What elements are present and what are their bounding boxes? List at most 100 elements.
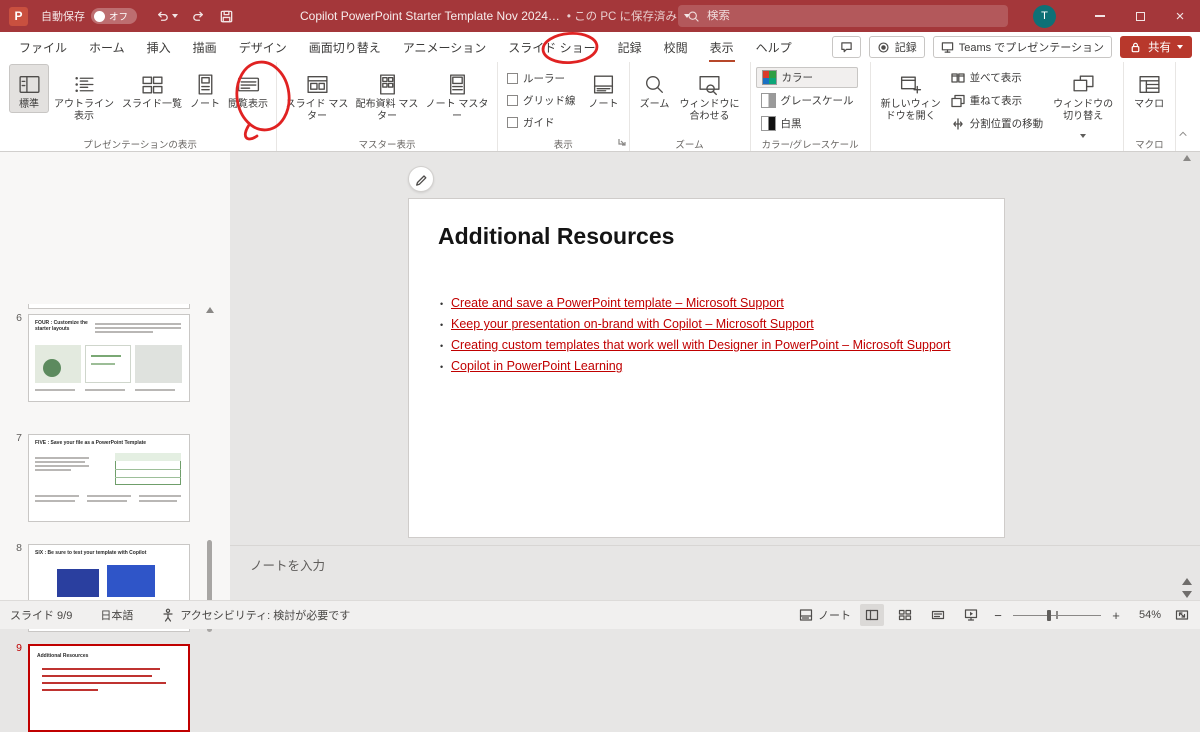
slide-number-indicator[interactable]: スライド 9/9 xyxy=(10,607,72,623)
guides-checkbox[interactable]: ガイド xyxy=(507,115,576,130)
outline-view-button[interactable]: アウトライン表示 xyxy=(49,64,119,125)
fit-slide-to-window-button[interactable] xyxy=(1170,604,1194,626)
gridlines-checkbox[interactable]: グリッド線 xyxy=(507,93,576,108)
zoom-slider[interactable] xyxy=(1013,604,1101,626)
powerpoint-logo-icon[interactable]: P xyxy=(9,6,28,26)
search-input[interactable] xyxy=(707,10,999,22)
slide-sorter-button[interactable]: スライド一覧 xyxy=(119,64,185,113)
notes-master-button[interactable]: ノート マスター xyxy=(422,64,492,125)
notes-toggle[interactable]: ノート xyxy=(799,607,851,623)
reading-view-status-button[interactable] xyxy=(926,604,950,626)
color-button[interactable]: カラー xyxy=(755,67,859,88)
checkbox-icon[interactable] xyxy=(507,73,518,84)
tab-insert[interactable]: 挿入 xyxy=(136,32,182,62)
notes-placeholder[interactable]: ノートを入力 xyxy=(250,555,325,574)
normal-view-button[interactable]: 標準 xyxy=(9,64,49,113)
tab-animations[interactable]: アニメーション xyxy=(392,32,498,62)
zoom-button[interactable]: ズーム xyxy=(635,64,675,113)
close-icon: × xyxy=(1175,7,1185,25)
notes-pane-button[interactable]: ノート xyxy=(584,64,624,113)
comments-button[interactable] xyxy=(831,36,861,58)
switch-windows-caret[interactable] xyxy=(1080,125,1087,143)
search-box[interactable] xyxy=(678,5,1008,27)
save-status[interactable]: • この PC に保存済み xyxy=(567,8,677,24)
accessibility-icon xyxy=(163,608,173,622)
record-button[interactable]: 記録 xyxy=(868,36,925,58)
accessibility-checker[interactable]: アクセシビリティ: 検討が必要です xyxy=(161,607,350,623)
zoom-in-button[interactable]: + xyxy=(1110,608,1122,623)
hyperlink-copilot-learning[interactable]: Copilot in PowerPoint Learning xyxy=(451,359,623,373)
tab-help[interactable]: ヘルプ xyxy=(745,32,803,62)
tab-record[interactable]: 記録 xyxy=(607,32,653,62)
black-white-button[interactable]: 白黒 xyxy=(756,113,859,134)
scroll-up-icon[interactable] xyxy=(1183,155,1191,161)
slideshow-status-button[interactable] xyxy=(959,604,983,626)
undo-button[interactable] xyxy=(155,9,178,24)
teams-present-button[interactable]: Teams でプレゼンテーション xyxy=(932,36,1112,58)
zoom-slider-thumb[interactable] xyxy=(1047,609,1051,621)
checkbox-icon[interactable] xyxy=(507,95,518,106)
slide-6-thumbnail[interactable]: FOUR : Customize the starter layouts xyxy=(28,314,190,402)
close-button[interactable]: × xyxy=(1160,0,1200,32)
previous-slide-button[interactable] xyxy=(1182,578,1192,585)
undo-dropdown-caret[interactable] xyxy=(172,14,178,18)
next-slide-button[interactable] xyxy=(1182,591,1192,598)
autosave-switch[interactable]: オフ xyxy=(91,8,137,24)
tab-home[interactable]: ホーム xyxy=(78,32,136,62)
tab-view[interactable]: 表示 xyxy=(699,32,745,62)
arrange-all-button[interactable]: 並べて表示 xyxy=(946,67,1049,88)
language-indicator[interactable]: 日本語 xyxy=(100,607,133,623)
panel-scroll-up-icon[interactable] xyxy=(206,307,214,313)
zoom-level[interactable]: 54% xyxy=(1131,609,1161,621)
ink-pen-button[interactable] xyxy=(408,166,434,192)
dialog-launcher-icon[interactable] xyxy=(617,137,627,150)
lock-icon xyxy=(1131,42,1140,52)
share-dropdown-caret[interactable] xyxy=(1177,45,1183,49)
tab-transitions[interactable]: 画面切り替え xyxy=(298,32,392,62)
reading-view-icon xyxy=(236,69,261,99)
hyperlink-designer-templates[interactable]: Creating custom templates that work well… xyxy=(451,338,951,352)
fit-to-window-button[interactable]: ウィンドウに合わせる xyxy=(675,64,745,125)
checkbox-icon[interactable] xyxy=(507,117,518,128)
slide-title[interactable]: Additional Resources xyxy=(438,223,674,250)
slide-7-thumbnail[interactable]: FIVE : Save your file as a PowerPoint Te… xyxy=(28,434,190,522)
list-item: Create and save a PowerPoint template – … xyxy=(440,296,951,317)
zoom-out-button[interactable]: − xyxy=(992,608,1004,623)
autosave-toggle[interactable]: 自動保存 オフ xyxy=(41,8,137,24)
tab-file[interactable]: ファイル xyxy=(8,32,78,62)
ribbon-group-macros: マクロ マクロ xyxy=(1124,62,1176,151)
share-button[interactable]: 共有 xyxy=(1120,36,1192,58)
hyperlink-on-brand-copilot[interactable]: Keep your presentation on-brand with Cop… xyxy=(451,317,814,331)
slide-canvas[interactable]: Additional Resources Create and save a P… xyxy=(408,198,1005,538)
save-button[interactable] xyxy=(219,9,234,24)
cascade-button[interactable]: 重ねて表示 xyxy=(946,90,1049,111)
tab-review[interactable]: 校閲 xyxy=(653,32,699,62)
hyperlink-create-save-template[interactable]: Create and save a PowerPoint template – … xyxy=(451,296,784,310)
normal-view-status-button[interactable] xyxy=(860,604,884,626)
grayscale-button[interactable]: グレースケール xyxy=(756,90,859,111)
macros-button[interactable]: マクロ xyxy=(1129,64,1169,113)
restore-button[interactable] xyxy=(1120,0,1160,32)
tab-slideshow[interactable]: スライド ショー xyxy=(497,32,606,62)
minimize-button[interactable] xyxy=(1080,0,1120,32)
zoom-slider-center-tick xyxy=(1056,611,1058,619)
redo-button[interactable] xyxy=(191,9,206,24)
document-title[interactable]: Copilot PowerPoint Starter Template Nov … xyxy=(300,8,691,24)
slide-9-thumbnail[interactable]: Additional Resources xyxy=(28,644,190,732)
move-split-button[interactable]: 分割位置の移動 xyxy=(946,113,1049,134)
slide-master-button[interactable]: スライド マスター xyxy=(282,64,352,125)
notes-pane[interactable]: ノートを入力 xyxy=(230,545,1200,600)
switch-windows-button[interactable]: ウィンドウの切り替え xyxy=(1048,64,1118,145)
slide-5-thumbnail-edge[interactable] xyxy=(28,304,190,309)
collapse-ribbon-button[interactable] xyxy=(1178,126,1188,144)
notes-page-button[interactable]: ノート xyxy=(185,64,225,113)
user-avatar[interactable]: T xyxy=(1033,4,1056,28)
reading-view-button[interactable]: 閲覧表示 xyxy=(225,64,271,113)
ruler-checkbox[interactable]: ルーラー xyxy=(507,71,576,86)
tab-draw[interactable]: 描画 xyxy=(182,32,228,62)
handout-master-button[interactable]: 配布資料 マスター xyxy=(352,64,422,125)
outline-view-icon xyxy=(72,69,97,99)
slide-sorter-status-button[interactable] xyxy=(893,604,917,626)
new-window-button[interactable]: 新しいウィンドウを開く xyxy=(876,64,946,125)
tab-design[interactable]: デザイン xyxy=(228,32,298,62)
